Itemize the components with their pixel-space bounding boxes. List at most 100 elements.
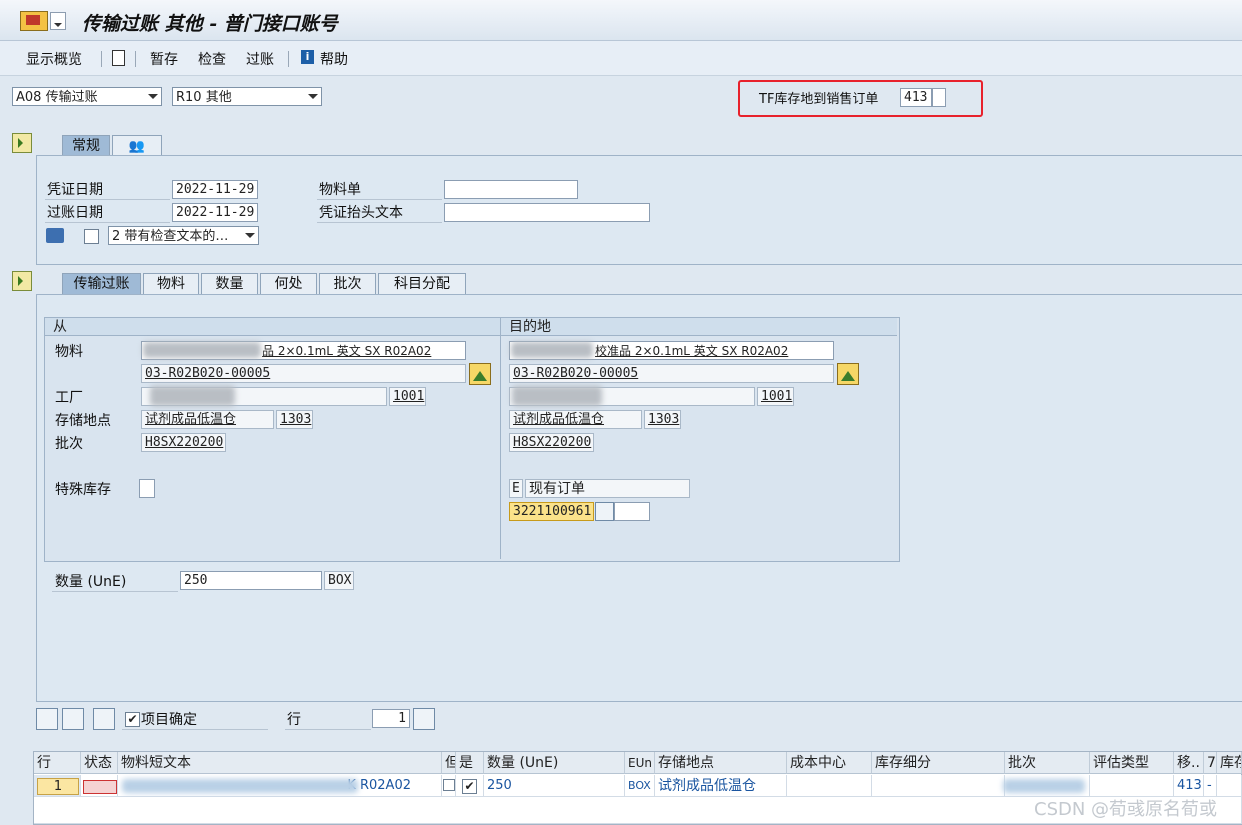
tab-general[interactable]: 常规 (62, 135, 110, 156)
label-underline (317, 199, 442, 200)
col-stock[interactable]: 库存 (1217, 752, 1242, 774)
movement-select-value: A08 传输过账 (16, 90, 98, 105)
item-ok-checkbox[interactable]: ✔ (125, 712, 140, 727)
quantity-field[interactable]: 250 (180, 571, 322, 590)
movement-cell[interactable]: 413 (1174, 775, 1204, 797)
redacted-blur (511, 342, 593, 358)
post-date-field[interactable]: 2022-11-29 (172, 203, 258, 222)
new-document-icon[interactable] (112, 50, 125, 66)
from-sloc-label: 存储地点 (55, 413, 111, 429)
col-sloc[interactable]: 存储地点 (655, 752, 787, 774)
tab-material[interactable]: 物料 (143, 273, 199, 294)
copy-item-icon[interactable] (93, 708, 115, 730)
expand-item-icon[interactable] (12, 271, 32, 291)
check-button[interactable]: 检查 (198, 49, 226, 69)
col-batch[interactable]: 批次 (1005, 752, 1090, 774)
row-label: 行 (287, 712, 301, 728)
reason-select[interactable]: R10 其他 (172, 87, 322, 106)
col-status[interactable]: 状态 (81, 752, 118, 774)
header-text-field[interactable] (444, 203, 650, 222)
post-date-label: 过账日期 (47, 205, 103, 221)
printer-icon[interactable] (46, 228, 64, 243)
label-underline (122, 729, 268, 730)
special-stock-text-field: 现有订单 (525, 479, 690, 498)
hold-button[interactable]: 暂存 (150, 49, 178, 69)
material-picture-icon[interactable] (469, 363, 491, 385)
quantity-label: 数量 (UnE) (55, 574, 127, 590)
to-sloc-text-field[interactable]: 试剂成品低温仓 (509, 410, 642, 429)
item-ok-label: 项目确定 (141, 712, 197, 728)
special-stock-flag-field[interactable]: E (509, 479, 523, 498)
material-slip-field[interactable] (444, 180, 578, 199)
row-number[interactable]: 1 (37, 778, 79, 795)
col-flag1[interactable]: 但 (442, 752, 456, 774)
status-cell (81, 775, 118, 797)
previous-item-icon[interactable] (36, 708, 58, 730)
tab-quantity[interactable]: 数量 (201, 273, 258, 294)
chevron-down-icon[interactable] (306, 90, 319, 103)
print-checkbox[interactable] (84, 229, 99, 244)
chevron-down-icon[interactable] (243, 229, 256, 242)
doc-date-label: 凭证日期 (47, 182, 103, 198)
col-unit[interactable]: EUn (625, 752, 655, 774)
special-stock-field[interactable] (139, 479, 155, 498)
goto-row-icon[interactable] (413, 708, 435, 730)
tab-where[interactable]: 何处 (260, 273, 317, 294)
from-material-code-field[interactable]: 03-R02B020-00005 (141, 364, 466, 383)
show-overview-button[interactable]: 显示概览 (26, 49, 82, 69)
sap-menu-icon[interactable] (20, 11, 48, 31)
label-underline (45, 222, 170, 223)
expand-header-icon[interactable] (12, 133, 32, 153)
col-line[interactable]: 行 (34, 752, 81, 774)
col-movement[interactable]: 移.. (1174, 752, 1204, 774)
window-title: 传输过账 其他 - 普门接口账号 (82, 13, 338, 35)
col-quantity[interactable]: 数量 (UnE) (484, 752, 625, 774)
search-help-icon[interactable] (595, 502, 614, 521)
info-icon[interactable]: i (301, 50, 314, 64)
cost-center-cell[interactable] (787, 775, 872, 797)
material-slip-label: 物料单 (319, 182, 361, 198)
to-sloc-code-field[interactable]: 1303 (644, 410, 681, 429)
valuation-type-cell[interactable] (1090, 775, 1174, 797)
col-material-short[interactable]: 物料短文本 (118, 752, 442, 774)
to-material-code-field[interactable]: 03-R02B020-00005 (509, 364, 834, 383)
menu-dropdown-icon[interactable] (50, 12, 66, 30)
sales-order-field[interactable]: 3221100961 (509, 502, 594, 521)
table-row[interactable]: 1 (34, 775, 81, 797)
next-item-icon[interactable] (62, 708, 84, 730)
from-batch-field[interactable]: H8SX220200 (141, 433, 226, 452)
stock-cell[interactable] (1217, 775, 1242, 797)
col-cost-center[interactable]: 成本中心 (787, 752, 872, 774)
col-valuation-type[interactable]: 评估类型 (1090, 752, 1174, 774)
flag1-checkbox[interactable] (443, 779, 455, 791)
doc-date-field[interactable]: 2022-11-29 (172, 180, 258, 199)
from-sloc-text-field[interactable]: 试剂成品低温仓 (141, 410, 274, 429)
chevron-down-icon[interactable] (146, 90, 159, 103)
tab-account-assignment[interactable]: 科目分配 (378, 273, 466, 294)
stock-segment-cell[interactable] (872, 775, 1005, 797)
help-button[interactable]: 帮助 (320, 49, 348, 69)
unit-field: BOX (324, 571, 354, 590)
sales-order-item-field[interactable] (614, 502, 650, 521)
col-stock-segment[interactable]: 库存细分 (872, 752, 1005, 774)
col-flag2[interactable]: 是 (456, 752, 484, 774)
col-flag3[interactable]: 7 (1204, 752, 1217, 774)
tab-transfer-posting[interactable]: 传输过账 (62, 273, 141, 294)
from-title: 从 (45, 318, 500, 336)
material-picture-icon[interactable] (837, 363, 859, 385)
row-field[interactable]: 1 (372, 709, 410, 728)
flag2-checkbox[interactable]: ✔ (462, 779, 477, 794)
to-plant-code-field[interactable]: 1001 (757, 387, 794, 406)
sloc-cell[interactable]: 试剂成品低温仓 (655, 775, 787, 797)
tab-partner[interactable]: 👥 (112, 135, 162, 156)
to-batch-field[interactable]: H8SX220200 (509, 433, 594, 452)
from-plant-code-field[interactable]: 1001 (389, 387, 426, 406)
tab-batch[interactable]: 批次 (319, 273, 376, 294)
quantity-cell[interactable]: 250 (484, 775, 625, 797)
redacted-blur (1003, 779, 1085, 793)
unit-cell[interactable]: BOX (625, 775, 655, 797)
from-sloc-code-field[interactable]: 1303 (276, 410, 313, 429)
print-option-select[interactable]: 2 带有检查文本的… (108, 226, 259, 245)
post-button[interactable]: 过账 (246, 49, 274, 69)
movement-select[interactable]: A08 传输过账 (12, 87, 162, 106)
